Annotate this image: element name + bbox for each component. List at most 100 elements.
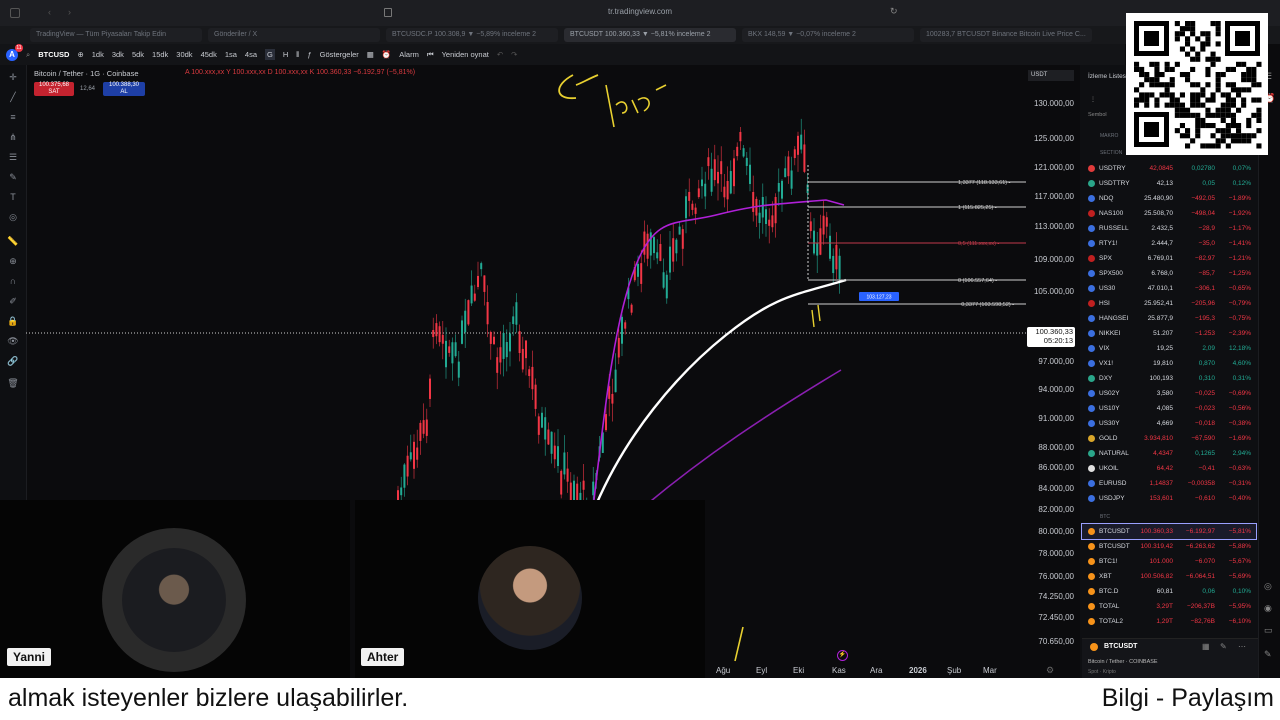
- indicators-button[interactable]: Göstergeler: [320, 50, 359, 59]
- eye-icon[interactable]: 👁: [7, 335, 19, 347]
- indicators-icon[interactable]: ƒ: [307, 50, 311, 59]
- horizontal-lines-icon[interactable]: ≡: [7, 111, 19, 123]
- caption-ticker-text: almak isteyenler bizlere ulaşabilirler.: [8, 684, 409, 712]
- watchlist-row[interactable]: BTCUSDT 100.360,33 −6.192,97 −5,81%: [1081, 523, 1257, 540]
- watchlist-row[interactable]: UKOIL 64,42 −0,41 −0,63%: [1082, 461, 1256, 476]
- interval-30dk[interactable]: 30dk: [176, 50, 192, 59]
- watchlist-row[interactable]: TOTAL2 1,29T −82,76B −6,10%: [1082, 614, 1256, 629]
- alert-icon[interactable]: ⏰: [382, 50, 391, 59]
- watchlist-row[interactable]: US30Y 4,669 −0,018 −0,38%: [1082, 416, 1256, 431]
- watchlist-row[interactable]: EURUSD 1,14837 −0,00358 −0,31%: [1082, 476, 1256, 491]
- browser-tab[interactable]: TradingView — Tüm Piyasaları Takip Edin: [30, 28, 202, 42]
- interval-5dk[interactable]: 5dk: [132, 50, 144, 59]
- watchlist-row[interactable]: TOTAL 3,29T −206,37B −5,95%: [1082, 599, 1256, 614]
- browser-tab-active[interactable]: BTCUSDT 100.360,33 ▼ −5,81% inceleme 2: [564, 28, 736, 42]
- pencil-icon[interactable]: ✐: [7, 295, 19, 307]
- watchlist-row[interactable]: NATURAL 4,4347 0,1265 2,94%: [1082, 446, 1256, 461]
- watchlist-row[interactable]: SPX500 6.768,0 −85,7 −1,25%: [1082, 266, 1256, 281]
- fib-icon[interactable]: ☰: [7, 151, 19, 163]
- watchlist-row[interactable]: USDJPY 153,601 −0,610 −0,40%: [1082, 491, 1256, 506]
- browser-tab[interactable]: BKX 148,59 ▼ −0,07% inceleme 2: [742, 28, 914, 42]
- text-icon[interactable]: T: [7, 191, 19, 203]
- trend-line-icon[interactable]: ╱: [7, 91, 19, 103]
- details-edit-icon[interactable]: ✎: [1220, 642, 1227, 651]
- zoom-icon[interactable]: ⊕: [7, 255, 19, 267]
- share-icon[interactable]: [384, 8, 392, 17]
- watchlist-row[interactable]: BTC.D 60,81 0,06 0,10%: [1082, 584, 1256, 599]
- undo-icon[interactable]: ↶: [497, 50, 503, 59]
- hotlist-icon[interactable]: ✎: [1264, 649, 1272, 660]
- watchlist-row[interactable]: BTCUSDT 100.319,42 −6.263,62 −5,88%: [1082, 539, 1256, 554]
- watchlist-row[interactable]: GOLD 3.934,810 −67,590 −1,69%: [1082, 431, 1256, 446]
- watchlist-row[interactable]: NIKKEI 51.207 −1.253 −2,39%: [1082, 326, 1256, 341]
- symbol-search-button[interactable]: BTCUSD: [38, 50, 69, 59]
- interval-45dk[interactable]: 45dk: [201, 50, 217, 59]
- redo-icon[interactable]: ↷: [511, 50, 517, 59]
- magnet-icon[interactable]: ∩: [7, 275, 19, 287]
- trash-icon[interactable]: 🗑: [7, 377, 19, 389]
- section-header-btc[interactable]: BTC: [1100, 514, 1110, 520]
- interval-4sa[interactable]: 4sa: [245, 50, 257, 59]
- forward-icon[interactable]: ›: [68, 7, 71, 17]
- watchlist-row[interactable]: VX1! 19,810 0,870 4,60%: [1082, 356, 1256, 371]
- section-header-section[interactable]: SECTION: [1100, 150, 1122, 156]
- watchlist-row[interactable]: BTC1! 101.000 −6.070 −5,67%: [1082, 554, 1256, 569]
- interval-1dk[interactable]: 1dk: [92, 50, 104, 59]
- watchlist-row[interactable]: US10Y 4,085 −0,023 −0,56%: [1082, 401, 1256, 416]
- layout-icon[interactable]: ▦: [367, 50, 374, 59]
- interval-1sa[interactable]: 1sa: [225, 50, 237, 59]
- browser-tab[interactable]: Gönderiler / X: [208, 28, 380, 42]
- back-icon[interactable]: ‹: [48, 7, 51, 17]
- search-icon[interactable]: ⌕: [26, 50, 30, 60]
- details-symbol[interactable]: BTCUSDT: [1104, 643, 1137, 650]
- watchlist-row[interactable]: NDQ 25.480,90 −492,05 −1,89%: [1082, 191, 1256, 206]
- watchlist-col-symbol[interactable]: Sembol: [1088, 112, 1107, 118]
- add-symbol-icon[interactable]: ⊕: [77, 50, 83, 59]
- url-field[interactable]: tr.tradingview.com: [560, 7, 720, 19]
- interval-15dk[interactable]: 15dk: [152, 50, 168, 59]
- details-more-icon[interactable]: ⋯: [1238, 642, 1246, 651]
- ruler-icon[interactable]: 📏: [7, 235, 19, 247]
- chat-icon[interactable]: ▭: [1264, 625, 1273, 636]
- sidebar-toggle-icon[interactable]: [10, 8, 20, 18]
- browser-tab[interactable]: 100283,7 BTCUSDT Binance Bitcoin Live Pr…: [920, 28, 1092, 42]
- buy-button[interactable]: 100.388,30 AL: [103, 82, 145, 96]
- interval-3dk[interactable]: 3dk: [112, 50, 124, 59]
- settings-icon[interactable]: ⚙: [1046, 665, 1054, 676]
- lock-icon[interactable]: 🔒: [7, 315, 19, 327]
- watchlist-row[interactable]: HANGSEI 25.877,9 −195,3 −0,75%: [1082, 311, 1256, 326]
- chart-type-icon[interactable]: ⫴: [296, 50, 299, 60]
- interval-h[interactable]: H: [283, 50, 288, 59]
- watchlist-row[interactable]: US30 47.010,1 −306,1 −0,65%: [1082, 281, 1256, 296]
- help-icon[interactable]: ◎: [1264, 581, 1272, 592]
- currency-select[interactable]: USDT: [1028, 70, 1074, 81]
- watchlist-menu-icon[interactable]: ⋮: [1090, 96, 1096, 103]
- pattern-icon[interactable]: ◎: [7, 211, 19, 223]
- crosshair-icon[interactable]: ✛: [7, 71, 19, 83]
- watchlist-row[interactable]: VIX 19,25 2,09 12,18%: [1082, 341, 1256, 356]
- notifications-icon[interactable]: ◉: [1264, 603, 1272, 614]
- alert-button[interactable]: Alarm: [399, 50, 419, 59]
- watchlist-row[interactable]: US02Y 3,580 −0,025 −0,69%: [1082, 386, 1256, 401]
- interval-g[interactable]: G: [265, 49, 275, 60]
- pitchfork-icon[interactable]: ⋔: [7, 131, 19, 143]
- details-layout-icon[interactable]: ▦: [1202, 642, 1210, 651]
- brush-icon[interactable]: ✎: [7, 171, 19, 183]
- browser-tab[interactable]: BTCUSDC.P 100.308,9 ▼ −5,89% inceleme 2: [386, 28, 558, 42]
- watchlist-row[interactable]: USDTRY 42,0845 0,02780 0,07%: [1082, 161, 1256, 176]
- watchlist-row[interactable]: XBT 100.506,82 −6.064,51 −5,69%: [1082, 569, 1256, 584]
- watchlist-row[interactable]: RTY1! 2.444,7 −35,0 −1,41%: [1082, 236, 1256, 251]
- price-axis[interactable]: [1026, 65, 1080, 678]
- link-icon[interactable]: 🔗: [7, 355, 19, 367]
- watchlist-row[interactable]: USDTTRY 42,13 0,05 0,12%: [1082, 176, 1256, 191]
- watchlist-row[interactable]: NAS100 25.508,70 −498,04 −1,92%: [1082, 206, 1256, 221]
- watchlist-row[interactable]: SPX 6.769,01 −82,97 −1,21%: [1082, 251, 1256, 266]
- replay-icon[interactable]: ⏮: [427, 50, 434, 60]
- section-header-makro[interactable]: MAKRO: [1100, 133, 1118, 139]
- replay-button[interactable]: Yeniden oynat: [442, 50, 489, 59]
- sell-button[interactable]: 100.375,68 SAT: [34, 82, 74, 96]
- watchlist-row[interactable]: RUSSELL 2.432,5 −28,9 −1,17%: [1082, 221, 1256, 236]
- watchlist-row[interactable]: DXY 100,193 0,310 0,31%: [1082, 371, 1256, 386]
- watchlist-row[interactable]: HSI 25.952,41 −205,96 −0,79%: [1082, 296, 1256, 311]
- reload-icon[interactable]: ↻: [890, 6, 898, 17]
